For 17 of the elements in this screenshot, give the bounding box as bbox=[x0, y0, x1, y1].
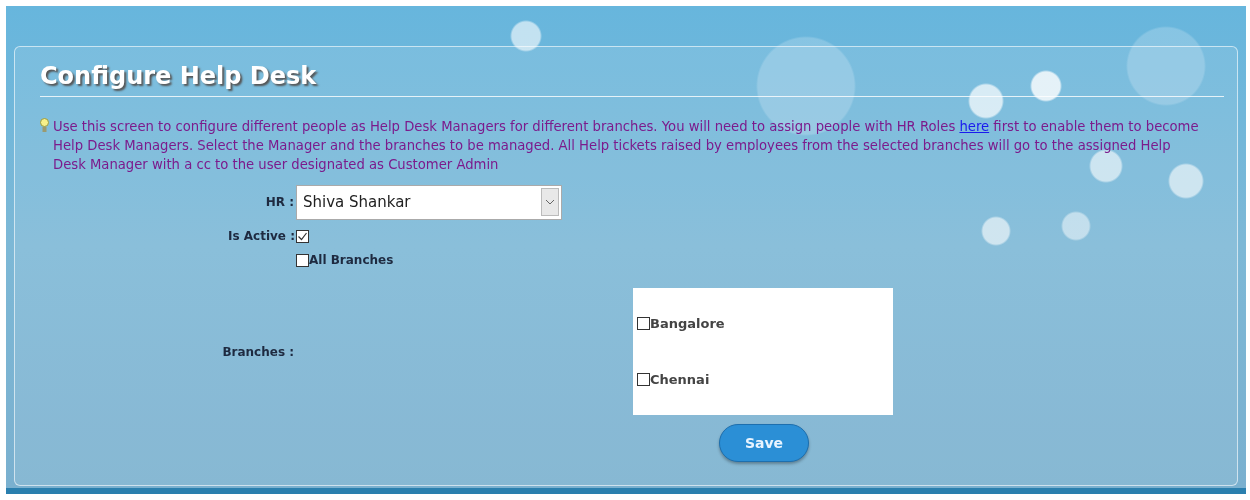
page-title: Configure Help Desk bbox=[40, 62, 317, 90]
here-link[interactable]: here bbox=[959, 119, 990, 134]
lightbulb-icon bbox=[40, 118, 49, 133]
checkbox[interactable] bbox=[296, 253, 309, 267]
hr-dropdown[interactable]: Shiva Shankar bbox=[296, 184, 562, 220]
checkbox-label: Bangalore bbox=[650, 315, 725, 333]
field-label: HR : bbox=[264, 194, 295, 211]
save-button[interactable]: Save bbox=[719, 424, 809, 462]
checkbox[interactable] bbox=[637, 372, 650, 386]
checkbox-label: All Branches bbox=[309, 252, 394, 269]
intro-paragraph: Use this screen to configure different people as Help Desk Managers for different branches. You will need to assign people with HR Roles here first to enable them to become Help Desk Managers. Select the Manager and the branches to be managed. All Help tickets raised by employees from the selected branches will go to the assigned Help Desk Manager with a cc to the user designated as Customer Admin bbox=[53, 118, 1200, 174]
chevron-down-icon bbox=[541, 188, 559, 216]
checkbox-label: Chennai bbox=[650, 370, 710, 389]
checkbox[interactable] bbox=[637, 317, 650, 331]
field-label: Branches : bbox=[221, 343, 295, 361]
field-label: Is Active : bbox=[227, 228, 296, 245]
checkbox[interactable] bbox=[296, 229, 309, 243]
